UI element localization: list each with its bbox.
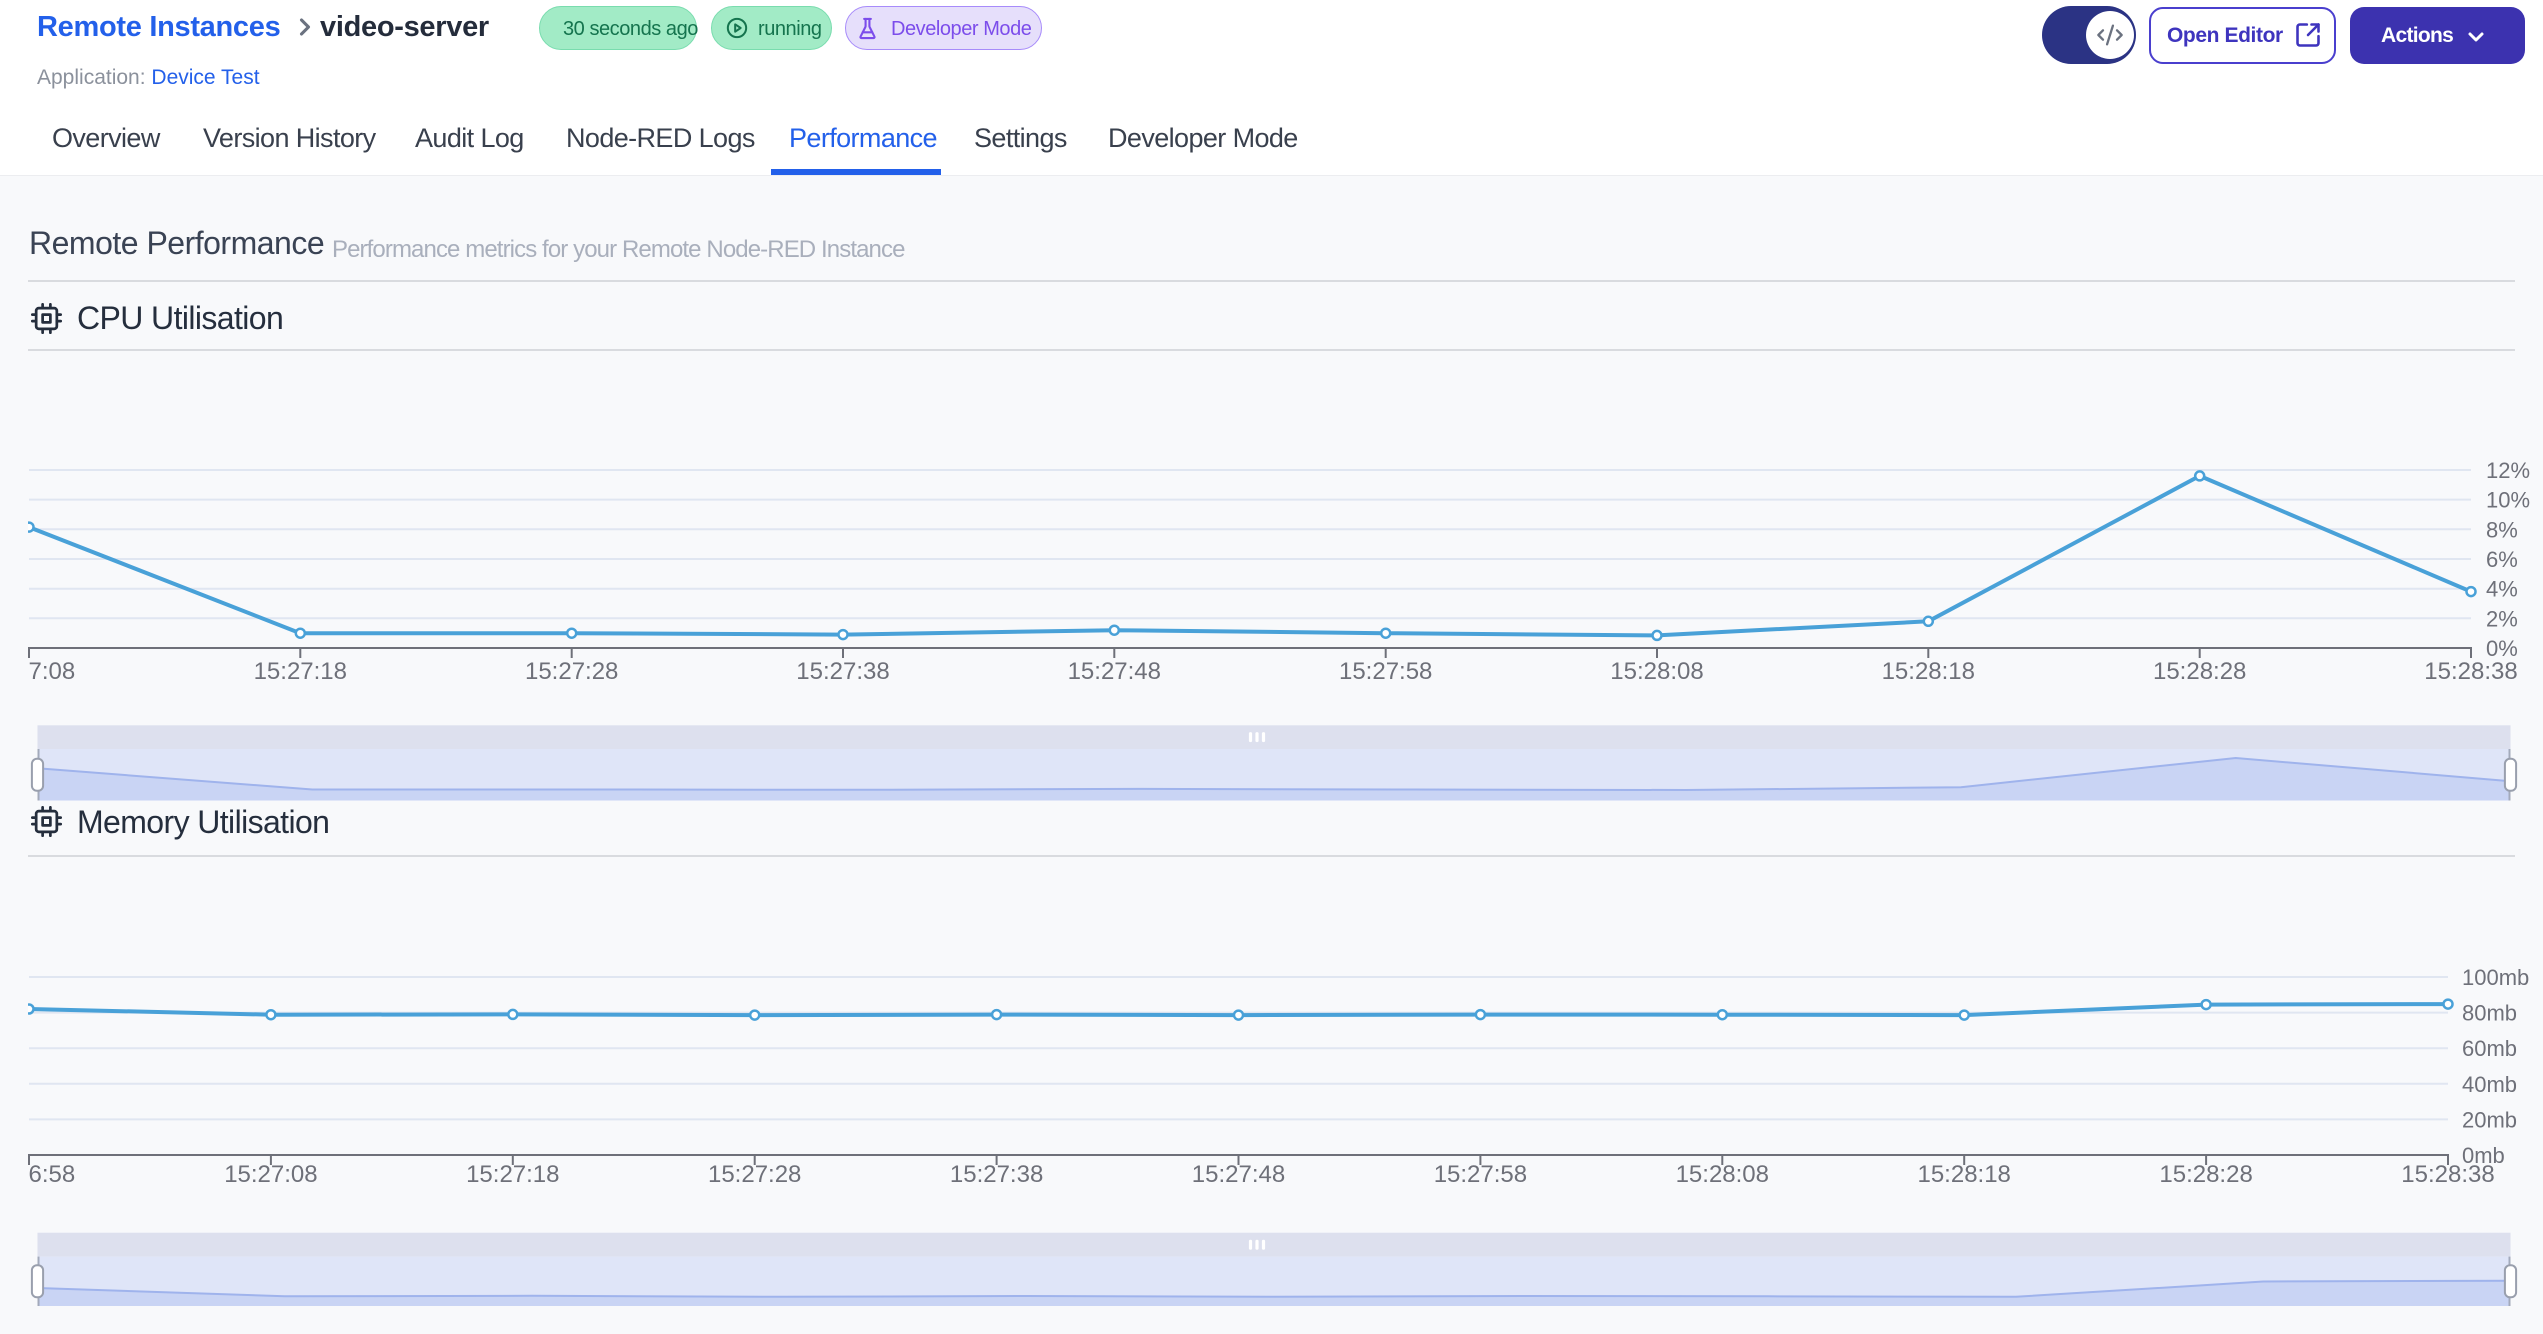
svg-text:15:27:08: 15:27:08 <box>224 1161 317 1188</box>
svg-text:15:27:28: 15:27:28 <box>708 1161 801 1188</box>
svg-text:15:27:18: 15:27:18 <box>254 658 347 685</box>
svg-text:15:27:58: 15:27:58 <box>1339 658 1432 685</box>
svg-text:6:58: 6:58 <box>29 1161 76 1188</box>
svg-text:20mb: 20mb <box>2462 1107 2517 1132</box>
svg-text:8%: 8% <box>2486 517 2518 542</box>
svg-text:15:28:18: 15:28:18 <box>1882 658 1975 685</box>
svg-text:15:27:38: 15:27:38 <box>950 1161 1043 1188</box>
svg-text:10%: 10% <box>2486 488 2530 513</box>
svg-text:6%: 6% <box>2486 547 2518 572</box>
svg-text:80mb: 80mb <box>2462 1001 2517 1026</box>
svg-text:4%: 4% <box>2486 577 2518 602</box>
svg-text:15:28:08: 15:28:08 <box>1610 658 1703 685</box>
svg-text:15:27:38: 15:27:38 <box>796 658 889 685</box>
svg-text:15:28:28: 15:28:28 <box>2153 658 2246 685</box>
svg-text:2%: 2% <box>2486 606 2518 631</box>
svg-text:15:27:48: 15:27:48 <box>1068 658 1161 685</box>
svg-text:15:27:58: 15:27:58 <box>1434 1161 1527 1188</box>
svg-text:15:28:28: 15:28:28 <box>2159 1161 2252 1188</box>
svg-text:15:27:28: 15:27:28 <box>525 658 618 685</box>
svg-text:15:28:08: 15:28:08 <box>1676 1161 1769 1188</box>
svg-text:12%: 12% <box>2486 458 2530 483</box>
svg-text:15:28:38: 15:28:38 <box>2424 658 2517 685</box>
svg-text:15:27:48: 15:27:48 <box>1192 1161 1285 1188</box>
svg-text:15:27:18: 15:27:18 <box>466 1161 559 1188</box>
svg-text:60mb: 60mb <box>2462 1036 2517 1061</box>
svg-text:15:28:18: 15:28:18 <box>1917 1161 2010 1188</box>
svg-text:7:08: 7:08 <box>29 658 76 685</box>
svg-text:0mb: 0mb <box>2462 1143 2505 1168</box>
svg-text:40mb: 40mb <box>2462 1072 2517 1097</box>
svg-text:0%: 0% <box>2486 636 2518 661</box>
svg-text:100mb: 100mb <box>2462 965 2529 990</box>
